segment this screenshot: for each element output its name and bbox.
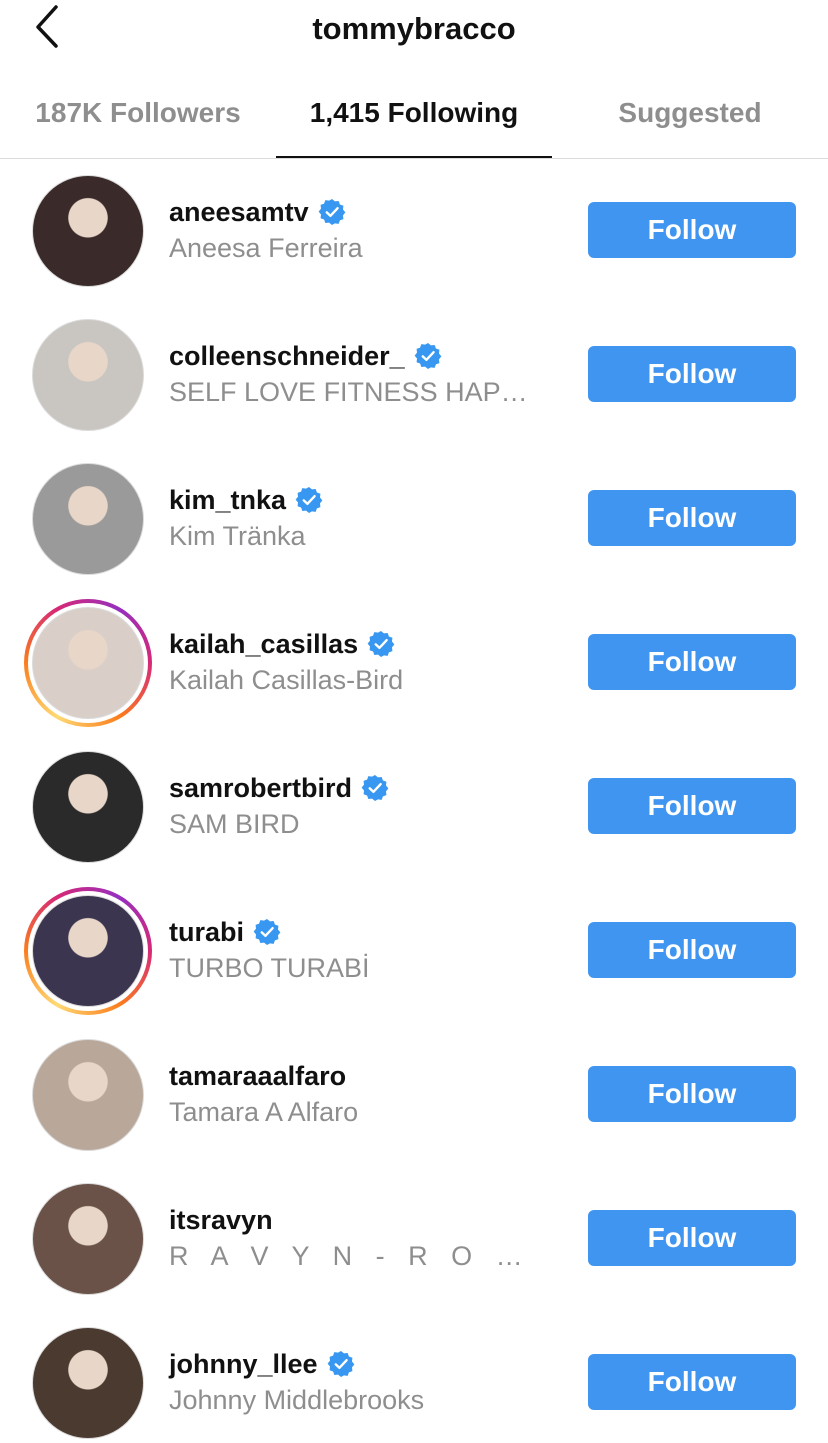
full-name: TURBO TURABİ	[169, 953, 370, 983]
username-line: itsravyn	[169, 1202, 569, 1238]
follow-button[interactable]: Follow	[588, 922, 796, 978]
follow-button[interactable]: Follow	[588, 634, 796, 690]
list-item[interactable]: colleenschneider_ SELF LOVE FITNESS HAPPI…	[0, 302, 828, 446]
list-item[interactable]: kailah_casillas Kailah Casillas-Bird Follo…	[0, 590, 828, 734]
full-name: SAM BIRD	[169, 809, 300, 839]
user-info: itsravyn R A V Y N - R O C H E L L E	[169, 1202, 569, 1272]
follow-button[interactable]: Follow	[588, 1354, 796, 1410]
full-name: Aneesa Ferreira	[169, 233, 363, 263]
verified-badge-icon	[361, 774, 389, 802]
avatar-container[interactable]	[32, 1183, 144, 1295]
user-info: johnny_llee Johnny Middlebrooks	[169, 1346, 569, 1416]
tab-following[interactable]: 1,415 Following	[276, 78, 552, 158]
header-bar: tommybracco	[0, 0, 828, 60]
avatar	[32, 463, 144, 575]
list-item[interactable]: aneesamtv Aneesa Ferreira Follow	[0, 158, 828, 302]
user-info: kailah_casillas Kailah Casillas-Bird	[169, 626, 569, 696]
avatar	[32, 607, 144, 719]
follow-button[interactable]: Follow	[588, 202, 796, 258]
avatar	[32, 319, 144, 431]
tab-followers[interactable]: 187K Followers	[0, 78, 276, 158]
verified-badge-icon	[318, 198, 346, 226]
user-info: colleenschneider_ SELF LOVE FITNESS HAPPI…	[169, 338, 569, 408]
verified-badge-icon	[367, 630, 395, 658]
full-name: SELF LOVE FITNESS HAPPINESS	[169, 377, 539, 407]
follow-button[interactable]: Follow	[588, 490, 796, 546]
avatar	[32, 175, 144, 287]
username-line: kim_tnka	[169, 482, 569, 518]
username-line: aneesamtv	[169, 194, 569, 230]
username-line: johnny_llee	[169, 1346, 569, 1382]
follow-button[interactable]: Follow	[588, 778, 796, 834]
verified-badge-icon	[327, 1350, 355, 1378]
avatar-container[interactable]	[32, 751, 144, 863]
username-line: turabi	[169, 914, 569, 950]
verified-badge-icon	[253, 918, 281, 946]
avatar-container[interactable]	[32, 1327, 144, 1439]
list-item[interactable]: samrobertbird SAM BIRD Follow	[0, 734, 828, 878]
follow-button[interactable]: Follow	[588, 1066, 796, 1122]
tab-bar: 187K Followers 1,415 Following Suggested	[0, 78, 828, 159]
avatar-container[interactable]	[32, 175, 144, 287]
username[interactable]: turabi	[169, 917, 244, 948]
user-info: turabi TURBO TURABİ	[169, 914, 569, 984]
avatar-container[interactable]	[32, 463, 144, 575]
user-info: tamaraaalfaro Tamara A Alfaro	[169, 1058, 569, 1128]
username[interactable]: kim_tnka	[169, 485, 286, 516]
avatar	[32, 751, 144, 863]
story-ring[interactable]	[24, 599, 152, 727]
username[interactable]: kailah_casillas	[169, 629, 358, 660]
username[interactable]: samrobertbird	[169, 773, 352, 804]
username[interactable]: johnny_llee	[169, 1349, 318, 1380]
avatar-container[interactable]	[32, 319, 144, 431]
full-name: Kim Tränka	[169, 521, 306, 551]
list-item[interactable]: kim_tnka Kim Tränka Follow	[0, 446, 828, 590]
user-info: aneesamtv Aneesa Ferreira	[169, 194, 569, 264]
list-item[interactable]: turabi TURBO TURABİ Follow	[0, 878, 828, 1022]
full-name: Kailah Casillas-Bird	[169, 665, 404, 695]
list-item[interactable]: johnny_llee Johnny Middlebrooks Follow	[0, 1310, 828, 1443]
username[interactable]: aneesamtv	[169, 197, 309, 228]
tab-suggested[interactable]: Suggested	[552, 78, 828, 158]
verified-badge-icon	[295, 486, 323, 514]
avatar	[32, 1039, 144, 1151]
page-title: tommybracco	[312, 11, 516, 46]
full-name: R A V Y N - R O C H E L L E	[169, 1241, 539, 1271]
user-info: kim_tnka Kim Tränka	[169, 482, 569, 552]
follow-button[interactable]: Follow	[588, 346, 796, 402]
user-info: samrobertbird SAM BIRD	[169, 770, 569, 840]
verified-badge-icon	[414, 342, 442, 370]
avatar	[32, 1183, 144, 1295]
username[interactable]: tamaraaalfaro	[169, 1061, 346, 1092]
username-line: samrobertbird	[169, 770, 569, 806]
full-name: Johnny Middlebrooks	[169, 1385, 425, 1415]
follow-button[interactable]: Follow	[588, 1210, 796, 1266]
story-ring[interactable]	[24, 887, 152, 1015]
avatar	[32, 895, 144, 1007]
username-line: kailah_casillas	[169, 626, 569, 662]
username-line: colleenschneider_	[169, 338, 569, 374]
list-item[interactable]: tamaraaalfaro Tamara A Alfaro Follow	[0, 1022, 828, 1166]
username[interactable]: colleenschneider_	[169, 341, 405, 372]
username-line: tamaraaalfaro	[169, 1058, 569, 1094]
full-name: Tamara A Alfaro	[169, 1097, 359, 1127]
list-item[interactable]: itsravyn R A V Y N - R O C H E L L E Follo…	[0, 1166, 828, 1310]
avatar	[32, 1327, 144, 1439]
username[interactable]: itsravyn	[169, 1205, 273, 1236]
avatar-container[interactable]	[32, 1039, 144, 1151]
